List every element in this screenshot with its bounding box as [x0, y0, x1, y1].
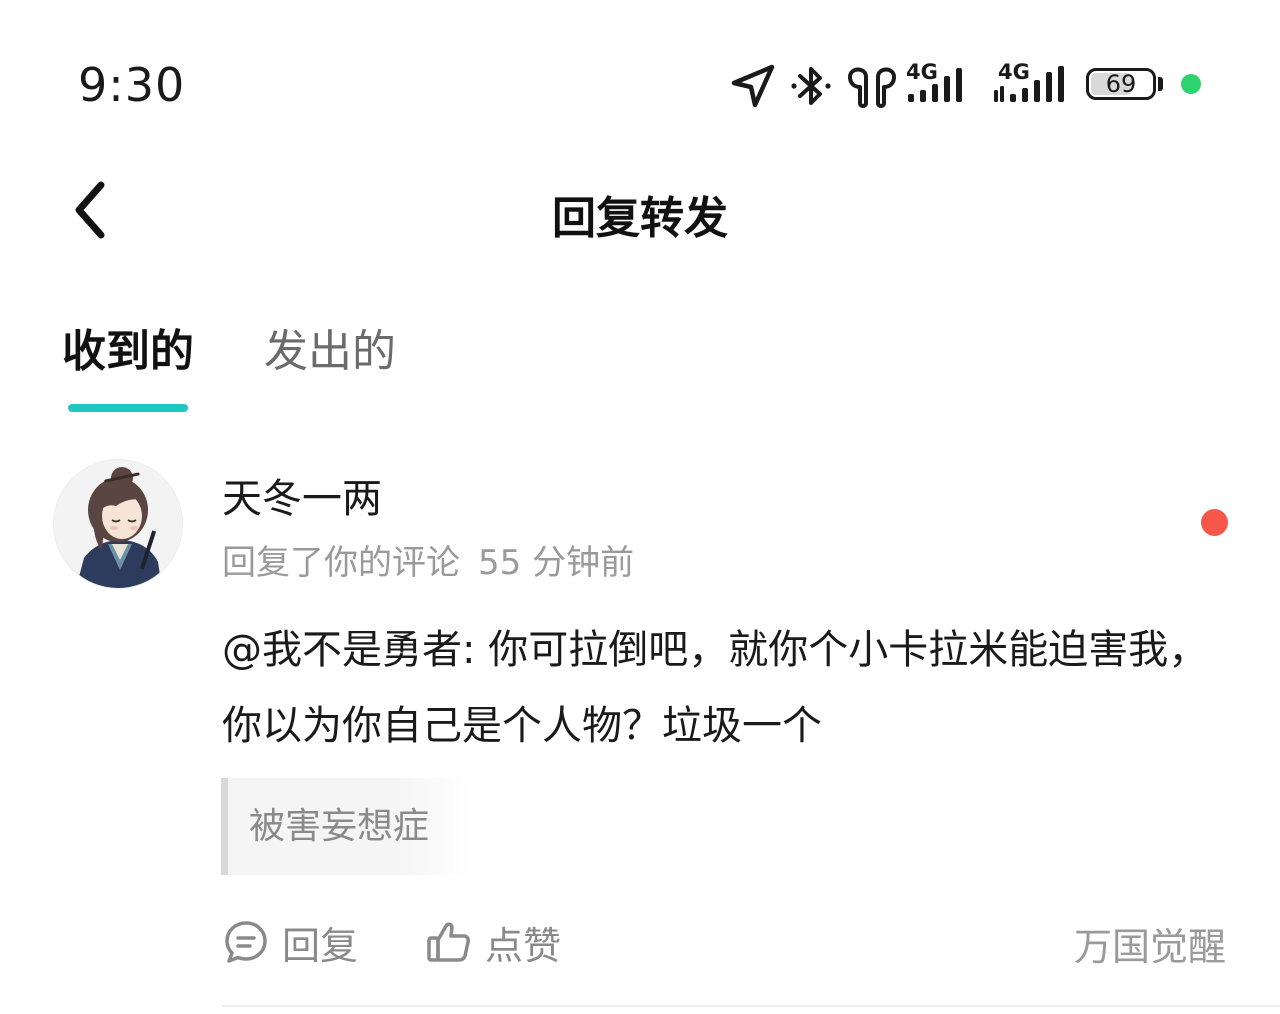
page-title: 回复转发 — [552, 193, 728, 244]
status-icons: 4G 4G 69 — [730, 58, 1164, 114]
signal-bars-icon — [994, 66, 1064, 102]
unread-indicator-dot — [1201, 509, 1228, 536]
reply-timestamp: 55 分钟前 — [478, 543, 635, 583]
avatar-illustration — [54, 460, 182, 588]
signal-bars-icon — [908, 68, 962, 102]
cellular-signal-2: 4G — [994, 58, 1068, 114]
quoted-comment[interactable]: 被害妄想症 — [221, 778, 471, 875]
tab-received[interactable]: 收到的 — [62, 320, 194, 412]
thumbs-up-icon — [427, 922, 470, 962]
divider — [222, 1005, 1280, 1007]
reply-action-text: 回复了你的评论 — [222, 543, 460, 583]
avatar[interactable] — [53, 459, 183, 589]
tab-bar: 收到的 发出的 — [62, 320, 466, 412]
battery-cap — [1158, 77, 1163, 91]
title-bar: 回复转发 — [0, 150, 1280, 270]
cellular-signal-1: 4G — [906, 58, 980, 114]
reply-button[interactable]: 回复 — [222, 914, 358, 970]
tab-sent[interactable]: 发出的 — [264, 320, 396, 400]
tab-sent-label: 发出的 — [264, 326, 396, 377]
tab-received-label: 收到的 — [62, 326, 194, 377]
reply-username[interactable]: 天冬一两 — [222, 466, 382, 524]
like-button[interactable]: 点赞 — [425, 914, 561, 970]
status-bar: 9:30 4G 4G 69 — [0, 0, 1280, 150]
battery-icon: 69 — [1086, 68, 1164, 104]
reply-meta: 回复了你的评论 55 分钟前 — [222, 535, 634, 584]
like-button-label: 点赞 — [485, 923, 562, 968]
battery-level: 69 — [1105, 70, 1137, 98]
earbuds-icon — [846, 63, 898, 109]
location-icon — [730, 63, 776, 109]
reply-button-label: 回复 — [282, 923, 359, 968]
active-tab-indicator — [68, 404, 188, 412]
quoted-comment-text: 被害妄想症 — [249, 806, 430, 847]
bluetooth-icon — [790, 62, 832, 110]
comment-bubble-icon — [225, 921, 267, 963]
reply-content[interactable]: @我不是勇者: 你可拉倒吧，就你个小卡拉米能迫害我，你以为你自己是个人物？垃圾一… — [222, 612, 1232, 764]
source-game-link[interactable]: 万国觉醒 — [1074, 916, 1226, 971]
status-time: 9:30 — [78, 58, 186, 112]
privacy-indicator-dot — [1181, 74, 1201, 94]
